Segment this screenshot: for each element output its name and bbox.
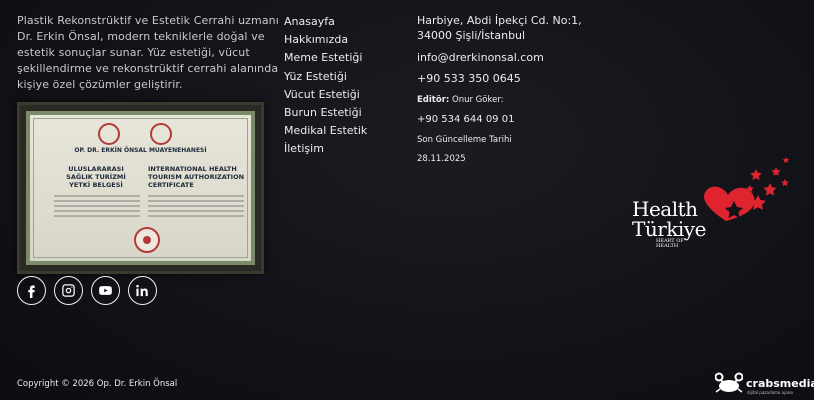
health-turkiye-logo[interactable]: Health Türkiye HEART OF HEALTH — [630, 155, 800, 255]
facebook-link[interactable] — [17, 276, 46, 305]
agency-tagline: dijital pazarlama ajansı — [747, 390, 794, 395]
editor-name: Onur Göker: — [452, 95, 504, 105]
address-link[interactable]: Harbiye, Abdi İpekçi Cd. No:1, 34000 Şiş… — [417, 13, 617, 43]
nav-item-hakkimizda[interactable]: Hakkımızda — [284, 31, 367, 49]
updated-label: Son Güncelleme Tarihi — [417, 135, 512, 145]
linkedin-link[interactable] — [128, 276, 157, 305]
social-links — [17, 276, 157, 305]
certificate-body-lines — [148, 195, 244, 225]
editor-phone-link[interactable]: +90 534 644 09 01 — [417, 114, 617, 125]
editor-line: Editör: Onur Göker: — [417, 95, 617, 105]
ministry-seal-icon — [98, 123, 120, 145]
phone-link[interactable]: +90 533 350 0645 — [417, 72, 617, 85]
certificate-title: OP. DR. ERKİN ÖNSAL MUAYENEHANESİ — [74, 147, 207, 154]
certificate-heading-tr: ULUSLARARASI SAĞLIK TURİZMİ YETKİ BELGES… — [66, 165, 126, 189]
nav-item-burun-estetigi[interactable]: Burun Estetiği — [284, 104, 367, 122]
editor-label: Editör: — [417, 95, 450, 105]
updated-date: 28.11.2025 — [417, 154, 466, 164]
nav-item-meme-estetigi[interactable]: Meme Estetiği — [284, 49, 367, 67]
crab-icon — [715, 372, 743, 393]
linkedin-icon — [136, 284, 148, 297]
contact-info: Harbiye, Abdi İpekçi Cd. No:1, 34000 Şiş… — [417, 13, 617, 164]
ministry-seal-icon — [150, 123, 172, 145]
agency-credit[interactable]: crabsmedia dijital pazarlama ajansı — [715, 372, 814, 395]
nav-item-anasayfa[interactable]: Anasayfa — [284, 13, 367, 31]
nav-item-iletisim[interactable]: İletişim — [284, 140, 367, 158]
stamp-icon — [134, 227, 160, 253]
facebook-icon — [28, 285, 35, 298]
nav-item-medikal-estetik[interactable]: Medikal Estetik — [284, 122, 367, 140]
instagram-icon — [62, 284, 75, 297]
certificate-heading-en: INTERNATIONAL HEALTH TOURISM AUTHORIZATI… — [148, 165, 245, 189]
youtube-link[interactable] — [91, 276, 120, 305]
about-column: Plastik Rekonstrüktif ve Estetik Cerrahi… — [17, 13, 279, 93]
footer-nav: Anasayfa Hakkımızda Meme Estetiği Yüz Es… — [284, 13, 367, 159]
nav-item-vucut-estetigi[interactable]: Vücut Estetiği — [284, 86, 367, 104]
instagram-link[interactable] — [54, 276, 83, 305]
certificate-body-lines — [54, 195, 140, 225]
agency-name: crabsmedia — [746, 376, 814, 390]
nav-item-yuz-estetigi[interactable]: Yüz Estetiği — [284, 68, 367, 86]
youtube-icon — [99, 286, 112, 295]
certificate-image: OP. DR. ERKİN ÖNSAL MUAYENEHANESİ ULUSLA… — [17, 102, 264, 274]
copyright-text: Copyright © 2026 Op. Dr. Erkin Önsal — [17, 379, 178, 389]
about-text: Plastik Rekonstrüktif ve Estetik Cerrahi… — [17, 14, 279, 91]
health-turkiye-tagline: HEART OF HEALTH — [656, 238, 684, 249]
email-link[interactable]: info@drerkinonsal.com — [417, 51, 617, 64]
